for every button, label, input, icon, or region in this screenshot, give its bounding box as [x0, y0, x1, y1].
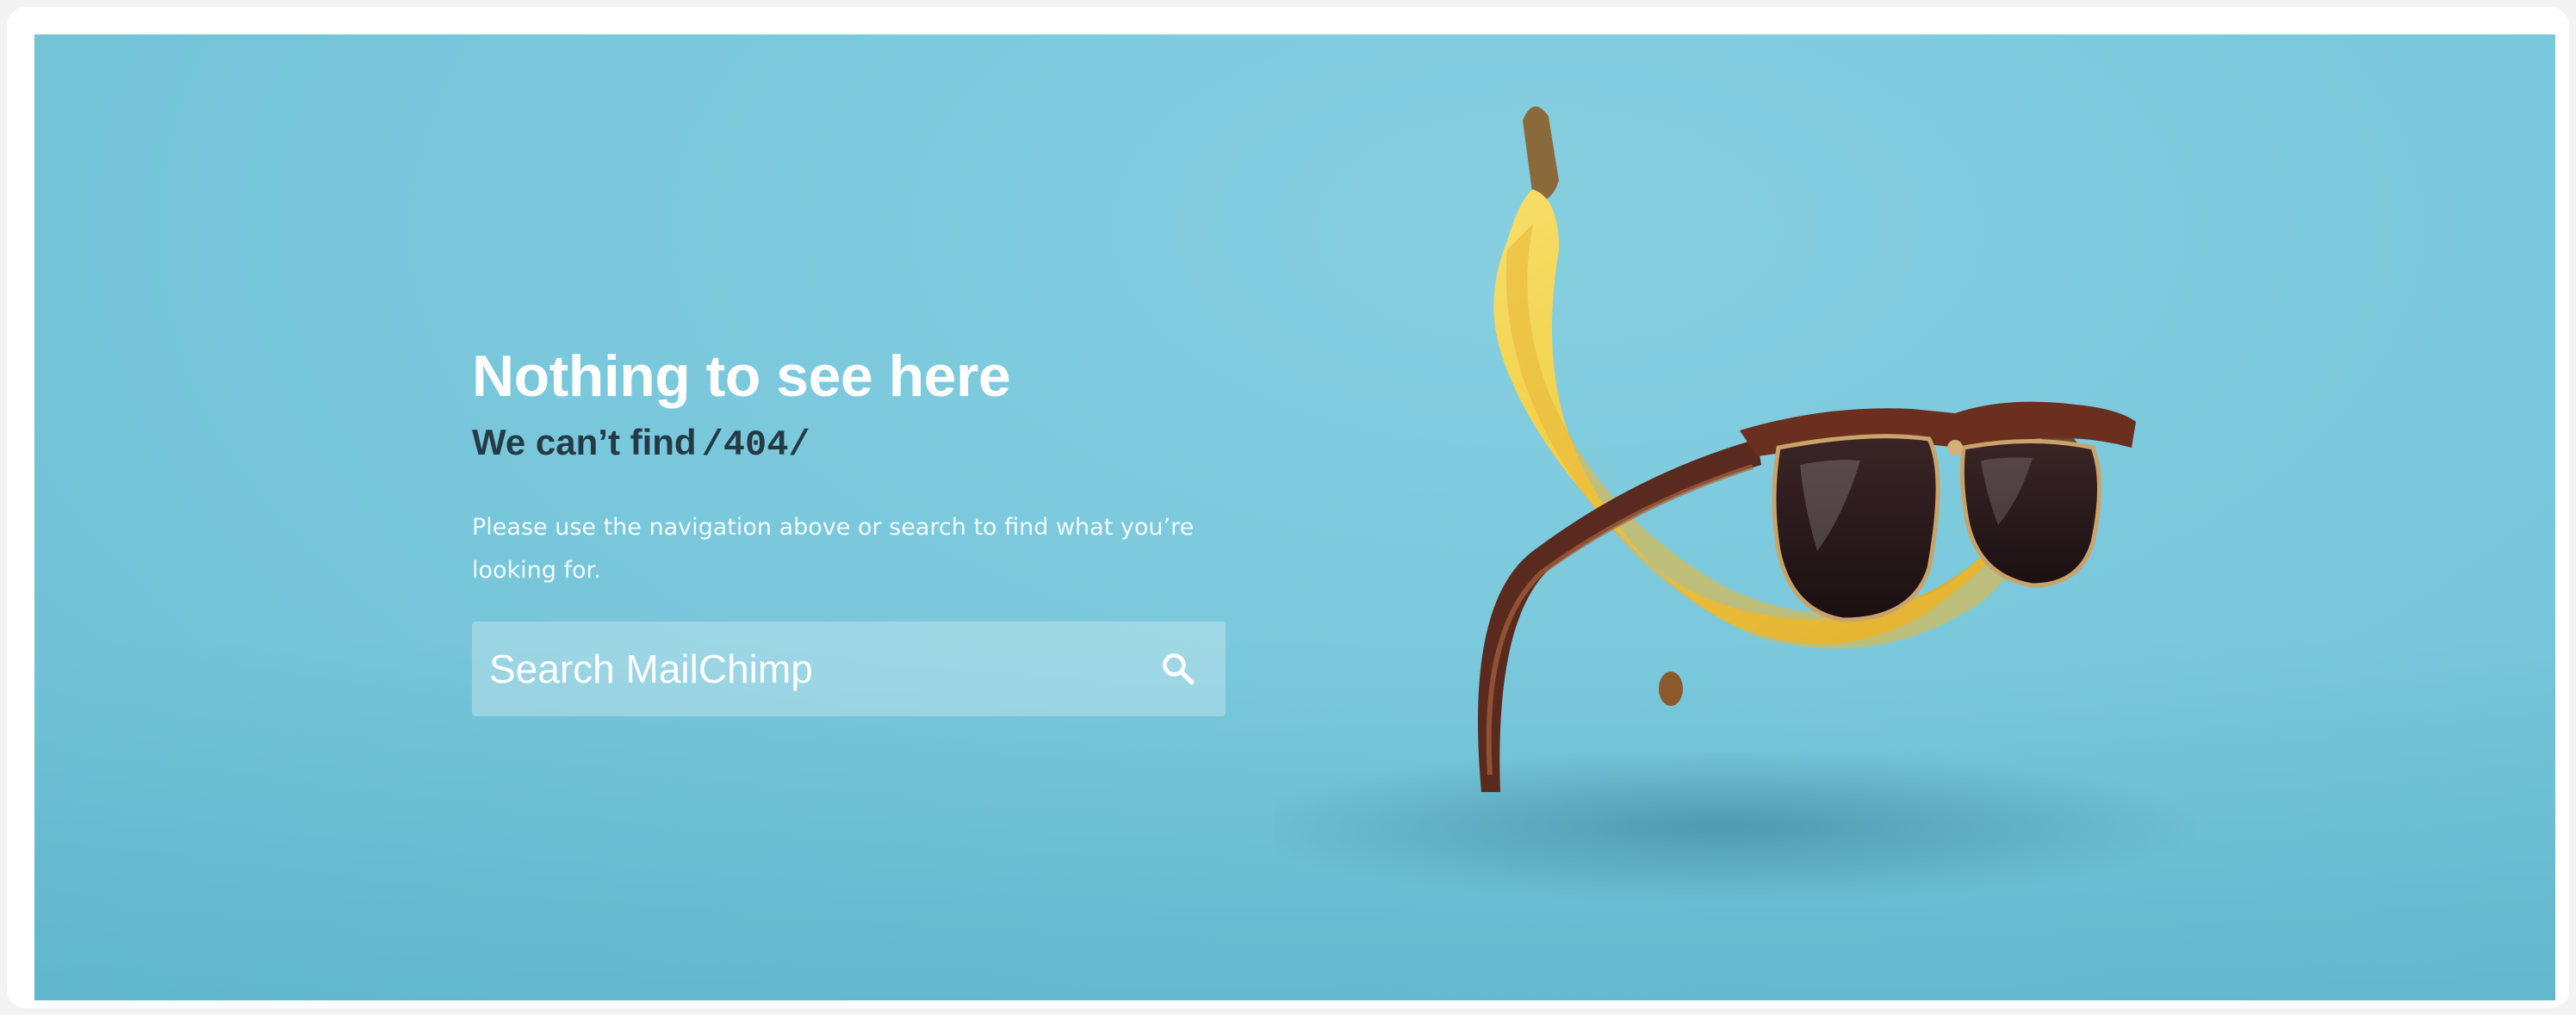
search-button[interactable]: [1148, 639, 1208, 699]
search-bar: [472, 622, 1226, 716]
page-title: Nothing to see here: [472, 343, 1011, 409]
error-code: /404/: [701, 424, 810, 466]
banana-with-sunglasses-icon: [1275, 106, 2205, 904]
help-text: Please use the navigation above or searc…: [472, 514, 1195, 585]
search-icon: [1163, 653, 1195, 685]
message-block: Nothing to see here We can’t find/404/ P…: [472, 344, 1247, 592]
hero-section: Nothing to see here We can’t find/404/ P…: [34, 34, 2555, 1000]
error-subtitle: We can’t find/404/: [472, 421, 1247, 467]
search-input[interactable]: [489, 646, 1148, 692]
subtitle-text: We can’t find: [472, 421, 697, 462]
page-frame: Nothing to see here We can’t find/404/ P…: [7, 7, 2569, 1008]
